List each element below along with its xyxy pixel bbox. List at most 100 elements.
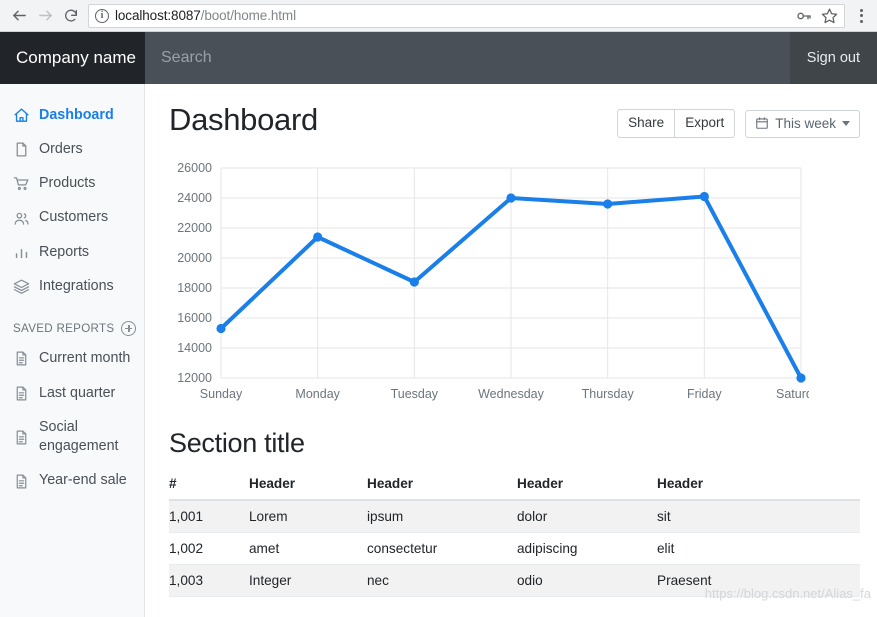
table-row: 1,001 Lorem ipsum dolor sit bbox=[169, 500, 860, 534]
forward-arrow-icon bbox=[38, 10, 52, 21]
export-button[interactable]: Export bbox=[675, 109, 736, 139]
document-icon bbox=[16, 474, 27, 489]
browser-menu-button[interactable] bbox=[851, 8, 871, 23]
svg-text:Tuesday: Tuesday bbox=[391, 387, 439, 401]
svg-text:20000: 20000 bbox=[177, 251, 212, 265]
back-button[interactable] bbox=[6, 3, 32, 29]
kebab-dot bbox=[859, 14, 863, 17]
sidebar-item-dashboard[interactable]: Dashboard bbox=[0, 98, 144, 132]
cell: 1,003 bbox=[169, 564, 249, 598]
sidebar-item-label: Integrations bbox=[39, 277, 114, 294]
forward-button[interactable] bbox=[32, 3, 58, 29]
svg-text:Friday: Friday bbox=[687, 387, 722, 401]
column-header: Header bbox=[249, 473, 367, 502]
svg-text:Thursday: Thursday bbox=[582, 387, 635, 401]
column-header: Header bbox=[367, 473, 517, 502]
cell: amet bbox=[249, 532, 367, 566]
omnibox-actions bbox=[788, 7, 838, 24]
column-header: Header bbox=[517, 473, 657, 502]
reload-icon bbox=[65, 9, 77, 22]
sidebar-item-label: Year-end sale bbox=[39, 472, 127, 489]
date-range-dropdown[interactable]: This week bbox=[745, 109, 860, 138]
sidebar-item-label: Dashboard bbox=[39, 106, 114, 123]
calendar-icon bbox=[756, 117, 769, 129]
sidebar-item-label: Social engagement bbox=[39, 418, 119, 455]
cart-icon bbox=[13, 177, 29, 191]
sidebar-item-reports[interactable]: Reports bbox=[0, 235, 144, 269]
sidebar-item-label: Current month bbox=[39, 350, 131, 367]
svg-text:26000: 26000 bbox=[177, 161, 212, 175]
cell: 1,002 bbox=[169, 532, 249, 566]
caret-down-icon bbox=[842, 120, 850, 126]
sidebar-item-customers[interactable]: Customers bbox=[0, 201, 144, 235]
search-input[interactable] bbox=[161, 49, 790, 67]
brand-title[interactable]: Company name bbox=[0, 32, 145, 84]
cell: adipiscing bbox=[517, 532, 657, 566]
cell: Integer bbox=[249, 564, 367, 598]
kebab-dot bbox=[859, 19, 863, 23]
sidebar-item-integrations[interactable]: Integrations bbox=[0, 269, 144, 303]
sign-out-button[interactable]: Sign out bbox=[789, 32, 877, 84]
table-row: 1,002 amet consectetur adipiscing elit bbox=[169, 532, 860, 566]
address-bar[interactable]: i localhost:8087/boot/home.html bbox=[88, 3, 845, 28]
svg-text:18000: 18000 bbox=[177, 281, 212, 295]
svg-text:14000: 14000 bbox=[177, 341, 212, 355]
sidebar-item-social-engagement[interactable]: Social engagement bbox=[0, 410, 144, 464]
cell: odio bbox=[517, 564, 657, 598]
document-icon bbox=[16, 430, 27, 445]
sidebar-item-products[interactable]: Products bbox=[0, 167, 144, 201]
table-row: 1,003 Integer nec odio Praesent bbox=[169, 564, 860, 598]
home-icon bbox=[14, 108, 29, 122]
svg-text:Sunday: Sunday bbox=[200, 387, 243, 401]
top-navbar: Company name Sign out bbox=[0, 32, 877, 84]
page-header: Dashboard Share Export This week bbox=[169, 102, 860, 139]
browser-toolbar: i localhost:8087/boot/home.html bbox=[0, 0, 877, 32]
body-row: Dashboard Orders Products Customers Repo… bbox=[0, 84, 877, 617]
sidebar-item-label: Products bbox=[39, 175, 96, 192]
reload-button[interactable] bbox=[58, 3, 84, 29]
url-text: localhost:8087/boot/home.html bbox=[115, 8, 296, 23]
key-icon[interactable] bbox=[796, 8, 812, 24]
table-body: 1,001 Lorem ipsum dolor sit 1,002 amet c… bbox=[169, 500, 860, 598]
svg-text:Monday: Monday bbox=[295, 387, 340, 401]
svg-text:Saturday: Saturday bbox=[776, 387, 809, 401]
share-button[interactable]: Share bbox=[617, 109, 676, 139]
saved-reports-heading: SAVED REPORTS bbox=[0, 304, 144, 342]
search-container bbox=[145, 32, 790, 84]
svg-text:16000: 16000 bbox=[177, 311, 212, 325]
cell: nec bbox=[367, 564, 517, 598]
cell: 1,001 bbox=[169, 500, 249, 534]
sidebar-item-year-end-sale[interactable]: Year-end sale bbox=[0, 464, 144, 498]
sidebar: Dashboard Orders Products Customers Repo… bbox=[0, 84, 145, 617]
people-icon bbox=[14, 212, 29, 225]
cell: Lorem bbox=[249, 500, 367, 534]
svg-text:12000: 12000 bbox=[177, 371, 212, 385]
cell: Praesent bbox=[657, 564, 860, 598]
svg-text:Wednesday: Wednesday bbox=[478, 387, 545, 401]
sidebar-item-orders[interactable]: Orders bbox=[0, 132, 144, 166]
site-info-icon[interactable]: i bbox=[95, 8, 109, 23]
sidebar-item-last-quarter[interactable]: Last quarter bbox=[0, 376, 144, 410]
data-table: # Header Header Header Header 1,001 Lore… bbox=[169, 473, 860, 598]
document-icon bbox=[16, 351, 27, 366]
table-header-row: # Header Header Header Header bbox=[169, 473, 860, 502]
page-title: Dashboard bbox=[169, 102, 318, 137]
add-saved-report-icon[interactable] bbox=[121, 320, 137, 336]
star-icon[interactable] bbox=[821, 7, 838, 24]
file-icon bbox=[16, 142, 27, 157]
back-arrow-icon bbox=[12, 10, 26, 21]
document-icon bbox=[16, 386, 27, 401]
app-root: Company name Sign out Dashboard Orders bbox=[0, 32, 877, 617]
cell: elit bbox=[657, 532, 860, 566]
header-actions: Share Export This week bbox=[617, 102, 860, 139]
cell: dolor bbox=[517, 500, 657, 534]
cell: consectetur bbox=[367, 532, 517, 566]
sidebar-item-current-month[interactable]: Current month bbox=[0, 342, 144, 376]
layers-icon bbox=[13, 279, 30, 295]
column-header: # bbox=[169, 473, 249, 502]
share-export-group: Share Export bbox=[617, 109, 736, 139]
sidebar-item-label: Customers bbox=[39, 209, 109, 226]
bar-chart-icon bbox=[15, 248, 28, 258]
cell: ipsum bbox=[367, 500, 517, 534]
sales-line-chart: 12000 14000 16000 18000 20000 22000 24000 26000… bbox=[169, 160, 860, 410]
